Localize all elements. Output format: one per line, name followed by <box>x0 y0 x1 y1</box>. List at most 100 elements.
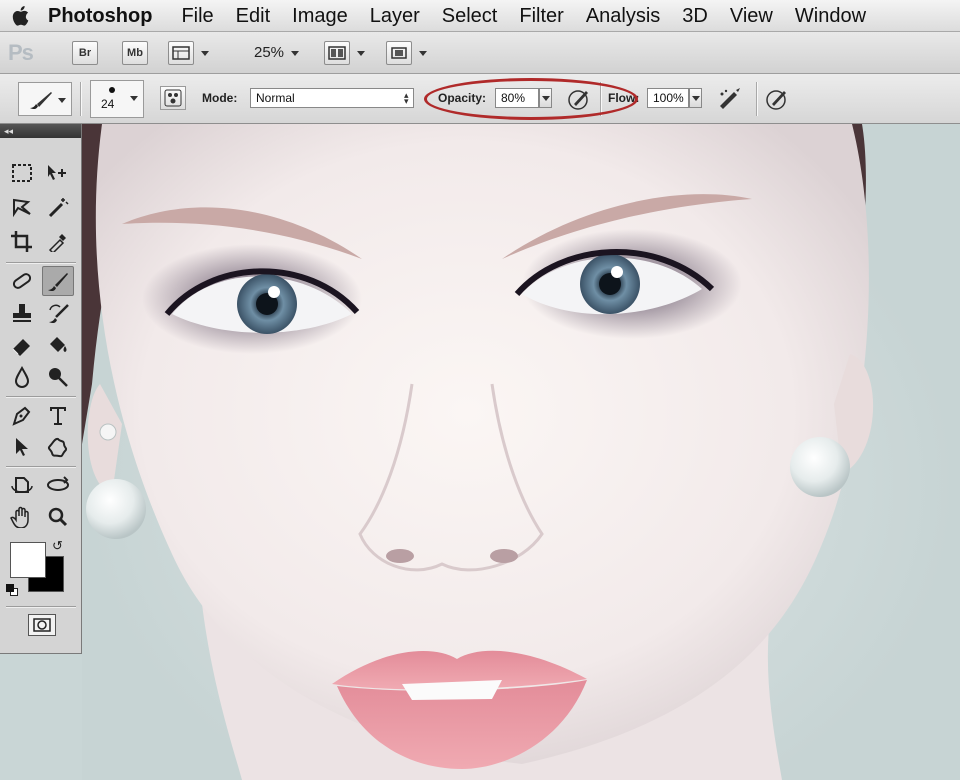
menu-layer[interactable]: Layer <box>359 0 431 32</box>
opacity-highlight-annotation <box>424 78 638 120</box>
mode-stepper-icon[interactable]: ▴ ▾ <box>404 91 409 106</box>
zoom-caret-icon[interactable] <box>290 48 300 58</box>
tool-group-separator <box>6 262 76 263</box>
flow-dropdown-button[interactable] <box>689 88 702 108</box>
menu-file[interactable]: File <box>170 0 224 32</box>
zoom-level[interactable]: 25% <box>254 44 284 61</box>
tool-preset-picker[interactable] <box>18 82 72 116</box>
screen-mode-caret-icon[interactable] <box>418 48 428 58</box>
crop-icon <box>11 231 32 252</box>
history-brush-tool[interactable] <box>42 298 74 328</box>
brush-tool-icon <box>30 92 52 110</box>
menu-3d[interactable]: 3D <box>671 0 719 32</box>
menu-select[interactable]: Select <box>431 0 509 32</box>
bandage-icon <box>12 273 32 289</box>
swap-colors-icon[interactable]: ↺ <box>52 538 63 554</box>
screen-mode-button[interactable] <box>386 40 413 65</box>
zoom-tool[interactable] <box>42 502 74 532</box>
magic-wand-tool[interactable] <box>42 192 74 222</box>
arrange-documents-button[interactable] <box>324 40 351 65</box>
airbrush-button[interactable] <box>716 86 744 112</box>
rectangular-marquee-icon <box>12 164 32 182</box>
menu-edit[interactable]: Edit <box>225 0 281 32</box>
bridge-button[interactable]: Br <box>72 40 98 65</box>
eraser-icon <box>12 339 30 356</box>
3d-rotate-tool[interactable] <box>6 470 38 500</box>
3d-rotate-icon <box>11 477 33 493</box>
custom-shape-tool[interactable] <box>42 432 74 462</box>
clone-stamp-tool[interactable] <box>6 298 38 328</box>
dodge-tool[interactable] <box>42 362 74 392</box>
hand-icon <box>10 506 29 528</box>
paint-bucket-tool[interactable] <box>42 330 74 360</box>
brush-tool[interactable] <box>42 266 74 296</box>
pen-icon <box>12 406 31 426</box>
document-canvas[interactable] <box>82 124 960 780</box>
dodge-icon <box>49 368 68 387</box>
application-bar: Ps Br Mb 25% <box>0 32 960 74</box>
view-extras-button[interactable] <box>168 40 194 65</box>
brush-tip-icon <box>109 87 115 93</box>
view-extras-icon <box>172 45 190 60</box>
mini-bridge-button[interactable]: Mb <box>122 40 148 65</box>
menu-filter[interactable]: Filter <box>508 0 574 32</box>
tool-preset-caret-icon <box>57 95 67 105</box>
hand-tool[interactable] <box>6 502 38 532</box>
menu-window[interactable]: Window <box>784 0 877 32</box>
crop-tool[interactable] <box>6 226 38 256</box>
tools-panel-collapse-icon[interactable]: ◂◂ <box>0 124 81 138</box>
eyedropper-tool[interactable] <box>42 226 74 256</box>
menu-analysis[interactable]: Analysis <box>575 0 671 32</box>
foreground-color-swatch[interactable] <box>10 542 46 578</box>
move-icon <box>48 165 66 180</box>
brush-size-value: 24 <box>101 97 115 111</box>
water-drop-icon <box>14 366 30 388</box>
move-tool[interactable] <box>42 158 74 188</box>
tool-group-separator <box>6 396 76 397</box>
magnifier-icon <box>48 507 68 527</box>
history-brush-icon <box>49 304 69 324</box>
arrange-caret-icon[interactable] <box>356 48 366 58</box>
marquee-tool[interactable] <box>6 158 38 188</box>
stamp-icon <box>13 304 31 322</box>
pen-tool[interactable] <box>6 400 38 430</box>
type-icon <box>50 407 66 425</box>
mode-label: Mode: <box>202 91 238 105</box>
blur-tool[interactable] <box>6 362 38 392</box>
tools-panel: ◂◂ ↺ <box>0 124 82 654</box>
menu-view[interactable]: View <box>719 0 784 32</box>
brush-preset-picker[interactable]: 24 <box>90 80 144 118</box>
magic-wand-icon <box>48 198 69 218</box>
spot-healing-tool[interactable] <box>6 266 38 296</box>
view-extras-caret-icon[interactable] <box>200 48 210 58</box>
brush-preset-caret-icon <box>129 93 139 103</box>
quick-mask-icon <box>33 618 51 632</box>
type-tool[interactable] <box>42 400 74 430</box>
pressure-size-icon <box>766 90 786 110</box>
menu-photoshop[interactable]: Photoshop <box>44 0 170 32</box>
3d-orbit-tool[interactable] <box>42 470 74 500</box>
3d-orbit-icon <box>47 476 69 491</box>
custom-shape-icon <box>47 437 68 458</box>
eraser-tool[interactable] <box>6 330 38 360</box>
mode-select[interactable]: Normal <box>250 88 414 108</box>
photoshop-logo: Ps <box>8 39 34 65</box>
path-selection-tool[interactable] <box>6 432 38 462</box>
tablet-size-pressure-button[interactable] <box>764 86 790 112</box>
brush-icon <box>48 273 68 292</box>
menu-bar: Photoshop File Edit Image Layer Select F… <box>0 0 960 32</box>
path-selection-icon <box>16 438 28 456</box>
arrange-documents-icon <box>328 45 346 60</box>
quick-mask-button[interactable] <box>28 614 56 636</box>
brush-panel-toggle[interactable] <box>160 86 186 110</box>
tool-group-separator <box>6 466 76 467</box>
default-colors-icon[interactable] <box>6 584 18 596</box>
apple-menu-icon[interactable] <box>0 0 44 32</box>
separator <box>80 82 81 116</box>
separator <box>756 82 757 116</box>
menu-image[interactable]: Image <box>281 0 359 32</box>
flow-input[interactable]: 100% <box>647 88 689 108</box>
lasso-tool[interactable] <box>6 192 38 222</box>
tool-group-separator <box>6 606 76 607</box>
lasso-icon <box>13 198 31 218</box>
